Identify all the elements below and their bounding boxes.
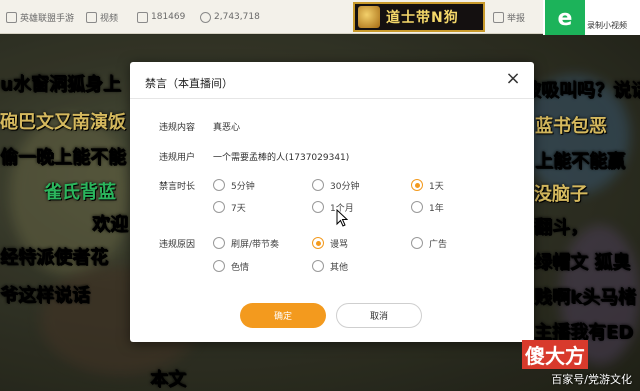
content-label: 违规内容 (159, 123, 196, 133)
duration-option-label: 30分钟 (330, 181, 360, 192)
duration-option-5min[interactable]: 5分钟 (213, 178, 255, 192)
category-label: 英雄联盟手游 (20, 13, 75, 24)
reason-option-spam[interactable]: 刷屏/带节奏 (213, 236, 279, 250)
cancel-label: 取消 (369, 312, 388, 322)
banner-text: 道士带N狗 (386, 10, 459, 26)
site-logo-watermark: 傻大方 (522, 340, 588, 369)
content-value: 真恶心 (213, 123, 241, 133)
radio-1month[interactable] (312, 201, 324, 213)
reason-option-porn[interactable]: 色情 (213, 259, 249, 273)
heat-count: 2,743,718 (200, 0, 260, 34)
report-label: 举报 (507, 13, 526, 24)
report-link[interactable]: 举报 (493, 0, 525, 34)
mouse-cursor-icon (336, 209, 348, 227)
duration-option-1year[interactable]: 1年 (411, 200, 444, 214)
stream-top-bar: 英雄联盟手游 视频 181469 2,743,718 道士带N狗 举报 e 录制… (0, 0, 640, 36)
reason-option-label: 刷屏/带节奏 (231, 239, 280, 250)
duration-option-label: 1年 (429, 203, 444, 214)
dialog-title: 禁言（本直播间） (145, 77, 233, 90)
user-value: 一个需要孟棒的人(1737029341) (213, 153, 350, 163)
confirm-label: 确定 (273, 312, 292, 322)
heat-icon (200, 11, 211, 23)
heat-value: 2,743,718 (214, 12, 260, 22)
reason-label: 违规原因 (159, 240, 196, 250)
reason-option-abuse[interactable]: 谩骂 (312, 236, 348, 250)
dialog-divider (130, 98, 534, 99)
radio-abuse[interactable] (312, 237, 324, 249)
radio-other[interactable] (312, 260, 324, 272)
e-icon: e (545, 0, 585, 36)
reason-option-label: 色情 (231, 262, 250, 273)
video-link[interactable]: 视频 (86, 0, 118, 34)
duration-option-1day[interactable]: 1天 (411, 178, 444, 192)
duration-option-7day[interactable]: 7天 (213, 200, 246, 214)
video-label: 视频 (100, 13, 119, 24)
duration-option-label: 7天 (231, 203, 246, 214)
radio-porn[interactable] (213, 260, 225, 272)
banner-logo-icon (358, 6, 380, 28)
room-id: 181469 (137, 0, 185, 34)
mute-dialog: 禁言（本直播间） × 违规内容 真恶心 违规用户 一个需要孟棒的人(173702… (130, 62, 534, 342)
category-link[interactable]: 英雄联盟手游 (6, 0, 74, 34)
confirm-button[interactable]: 确定 (240, 303, 326, 328)
duration-option-30min[interactable]: 30分钟 (312, 178, 359, 192)
reason-option-label: 其他 (330, 262, 349, 273)
radio-spam[interactable] (213, 237, 225, 249)
promo-banner[interactable]: 道士带N狗 (353, 2, 485, 32)
radio-ads[interactable] (411, 237, 423, 249)
user-label: 违规用户 (159, 153, 196, 163)
tag-icon (6, 11, 17, 23)
radio-30min[interactable] (312, 179, 324, 191)
duration-label: 禁言时长 (159, 182, 196, 192)
room-id-value: 181469 (151, 12, 186, 22)
duration-option-label: 5分钟 (231, 181, 255, 192)
radio-1day[interactable] (411, 179, 423, 191)
id-icon (137, 11, 148, 23)
radio-1year[interactable] (411, 201, 423, 213)
radio-7day[interactable] (213, 201, 225, 213)
reason-option-ads[interactable]: 广告 (411, 236, 447, 250)
record-label: 录制小视频 (587, 21, 627, 30)
cancel-button[interactable]: 取消 (336, 303, 422, 328)
reason-option-other[interactable]: 其他 (312, 259, 348, 273)
source-watermark: 百家号/党游文化 (551, 373, 632, 386)
reason-option-label: 广告 (429, 239, 448, 250)
duration-option-label: 1天 (429, 181, 444, 192)
report-icon (493, 11, 504, 23)
close-icon[interactable]: × (504, 70, 522, 88)
radio-5min[interactable] (213, 179, 225, 191)
record-clip-button[interactable]: e 录制小视频 (543, 0, 640, 36)
video-icon (86, 11, 97, 23)
reason-option-label: 谩骂 (330, 239, 349, 250)
